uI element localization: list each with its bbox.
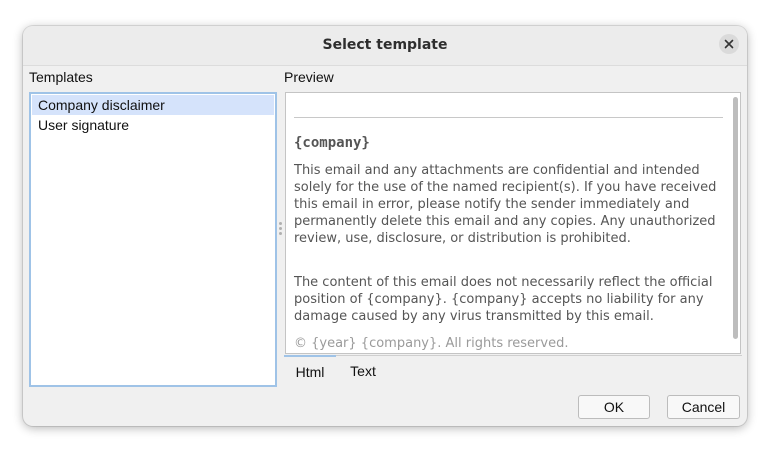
select-template-dialog: Select template Templates Preview Compan… [23, 26, 747, 426]
cancel-button[interactable]: Cancel [667, 395, 740, 419]
tab-html[interactable]: Html [284, 355, 336, 385]
template-item-company-disclaimer[interactable]: Company disclaimer [32, 95, 274, 115]
templates-label: Templates [29, 69, 93, 85]
templates-list[interactable]: Company disclaimer User signature [29, 92, 277, 387]
preview-company-heading: {company} [294, 135, 370, 151]
preview-format-tabs: Html Text [284, 355, 742, 385]
close-icon [724, 39, 734, 49]
preview-scrollbar-thumb[interactable] [733, 97, 738, 339]
splitter-handle[interactable] [279, 222, 283, 236]
preview-paragraph-confidentiality: This email and any attachments are confi… [294, 163, 717, 246]
preview-divider [294, 117, 723, 118]
template-item-user-signature[interactable]: User signature [32, 115, 274, 135]
preview-scrollbar[interactable] [731, 95, 739, 352]
ok-button[interactable]: OK [578, 395, 650, 419]
preview-label: Preview [284, 69, 334, 85]
title-bar: Select template [23, 26, 747, 66]
dialog-title: Select template [322, 37, 448, 53]
preview-pane: {company} This email and any attachments… [285, 92, 741, 354]
close-button[interactable] [719, 34, 739, 54]
preview-copyright-footer: © {year} {company}. All rights reserved. [294, 336, 569, 351]
tab-text[interactable]: Text [340, 355, 386, 385]
preview-paragraph-liability: The content of this email does not neces… [294, 275, 713, 324]
